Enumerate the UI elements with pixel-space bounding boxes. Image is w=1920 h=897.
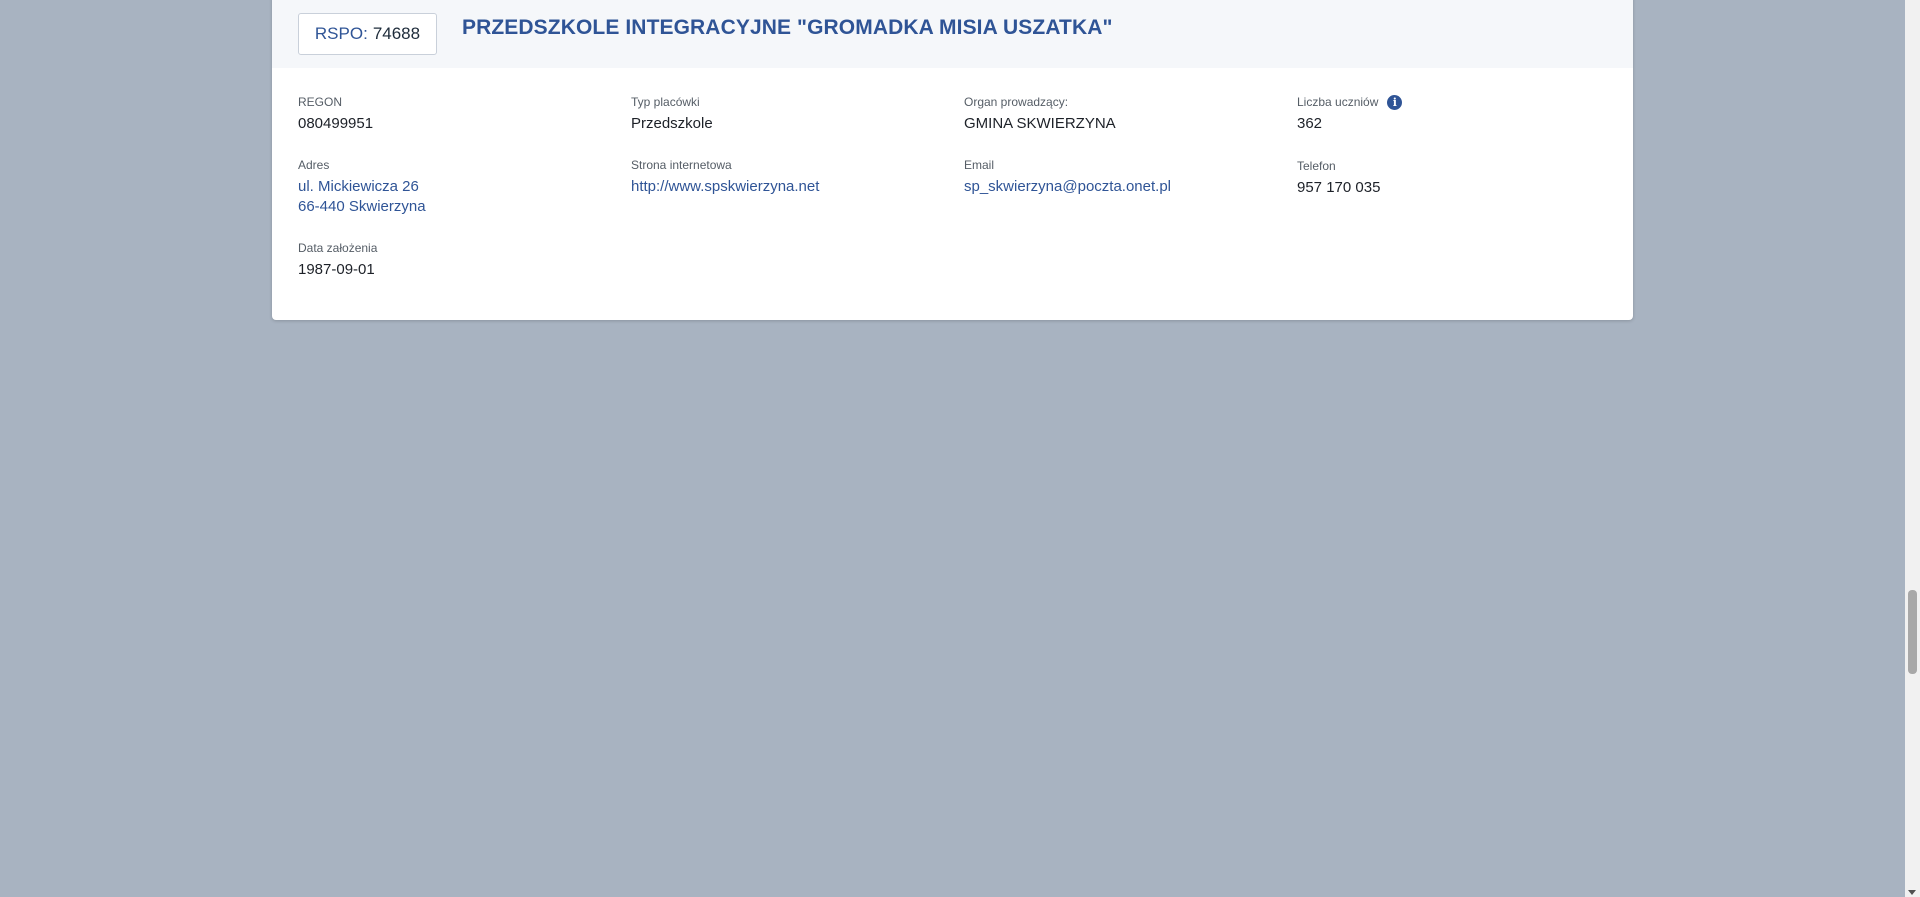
liczba-field: Liczba uczniów i 362 bbox=[1297, 93, 1403, 134]
school-name[interactable]: PRZEDSZKOLE INTEGRACYJNE "GROMADKA MISIA… bbox=[462, 16, 1113, 40]
email-link[interactable]: sp_skwierzyna@poczta.onet.pl bbox=[964, 177, 1171, 197]
typ-value: Przedszkole bbox=[631, 115, 713, 132]
typ-label: Typ placówki bbox=[631, 95, 700, 109]
adres-field: Adres ul. Mickiewicza 26 66-440 Skwierzy… bbox=[298, 156, 426, 217]
typ-field: Typ placówki Przedszkole bbox=[631, 93, 713, 134]
organ-value: GMINA SKWIERZYNA bbox=[964, 115, 1116, 132]
adres-line1: ul. Mickiewicza 26 bbox=[298, 178, 419, 195]
regon-value: 080499951 bbox=[298, 115, 374, 132]
vertical-scrollbar[interactable] bbox=[1905, 0, 1920, 897]
strona-field: Strona internetowa http://www.spskwierzy… bbox=[631, 156, 819, 197]
regon-label: REGON bbox=[298, 95, 343, 109]
regon-field: REGON 080499951 bbox=[298, 93, 373, 134]
liczba-label: Liczba uczniów bbox=[1297, 95, 1379, 109]
telefon-value: 957 170 035 bbox=[1297, 179, 1381, 196]
telefon-label: Telefon bbox=[1297, 159, 1336, 173]
strona-label: Strona internetowa bbox=[631, 158, 732, 172]
page: RSPO: 74688 PRZEDSZKOLE INTEGRACYJNE "GR… bbox=[0, 0, 1920, 897]
rspo-badge: RSPO: 74688 bbox=[298, 13, 437, 55]
adres-link[interactable]: ul. Mickiewicza 26 66-440 Skwierzyna bbox=[298, 177, 426, 217]
scrollbar-thumb[interactable] bbox=[1908, 590, 1917, 674]
card-header: RSPO: 74688 PRZEDSZKOLE INTEGRACYJNE "GR… bbox=[272, 0, 1633, 68]
rspo-label: RSPO: bbox=[314, 24, 368, 43]
adres-line2: 66-440 Skwierzyna bbox=[298, 198, 426, 215]
organ-label: Organ prowadzący: bbox=[964, 95, 1069, 109]
adres-label: Adres bbox=[298, 158, 330, 172]
data-zalozenia-field: Data założenia 1987-09-01 bbox=[298, 239, 377, 280]
strona-link[interactable]: http://www.spskwierzyna.net bbox=[631, 177, 819, 197]
organ-field: Organ prowadzący: GMINA SKWIERZYNA bbox=[964, 93, 1116, 134]
email-label: Email bbox=[964, 158, 995, 172]
data-zalozenia-value: 1987-09-01 bbox=[298, 261, 375, 278]
email-field: Email sp_skwierzyna@poczta.onet.pl bbox=[964, 156, 1171, 197]
liczba-value: 362 bbox=[1297, 115, 1323, 132]
scroll-down-arrow-icon[interactable] bbox=[1908, 890, 1916, 895]
telefon-field: Telefon 957 170 035 bbox=[1297, 157, 1380, 198]
info-icon[interactable]: i bbox=[1387, 94, 1403, 110]
rspo-value: 74688 bbox=[372, 24, 421, 43]
school-card: RSPO: 74688 PRZEDSZKOLE INTEGRACYJNE "GR… bbox=[272, 0, 1633, 320]
data-zalozenia-label: Data założenia bbox=[298, 241, 378, 255]
liczba-label-row: Liczba uczniów i bbox=[1297, 93, 1403, 111]
